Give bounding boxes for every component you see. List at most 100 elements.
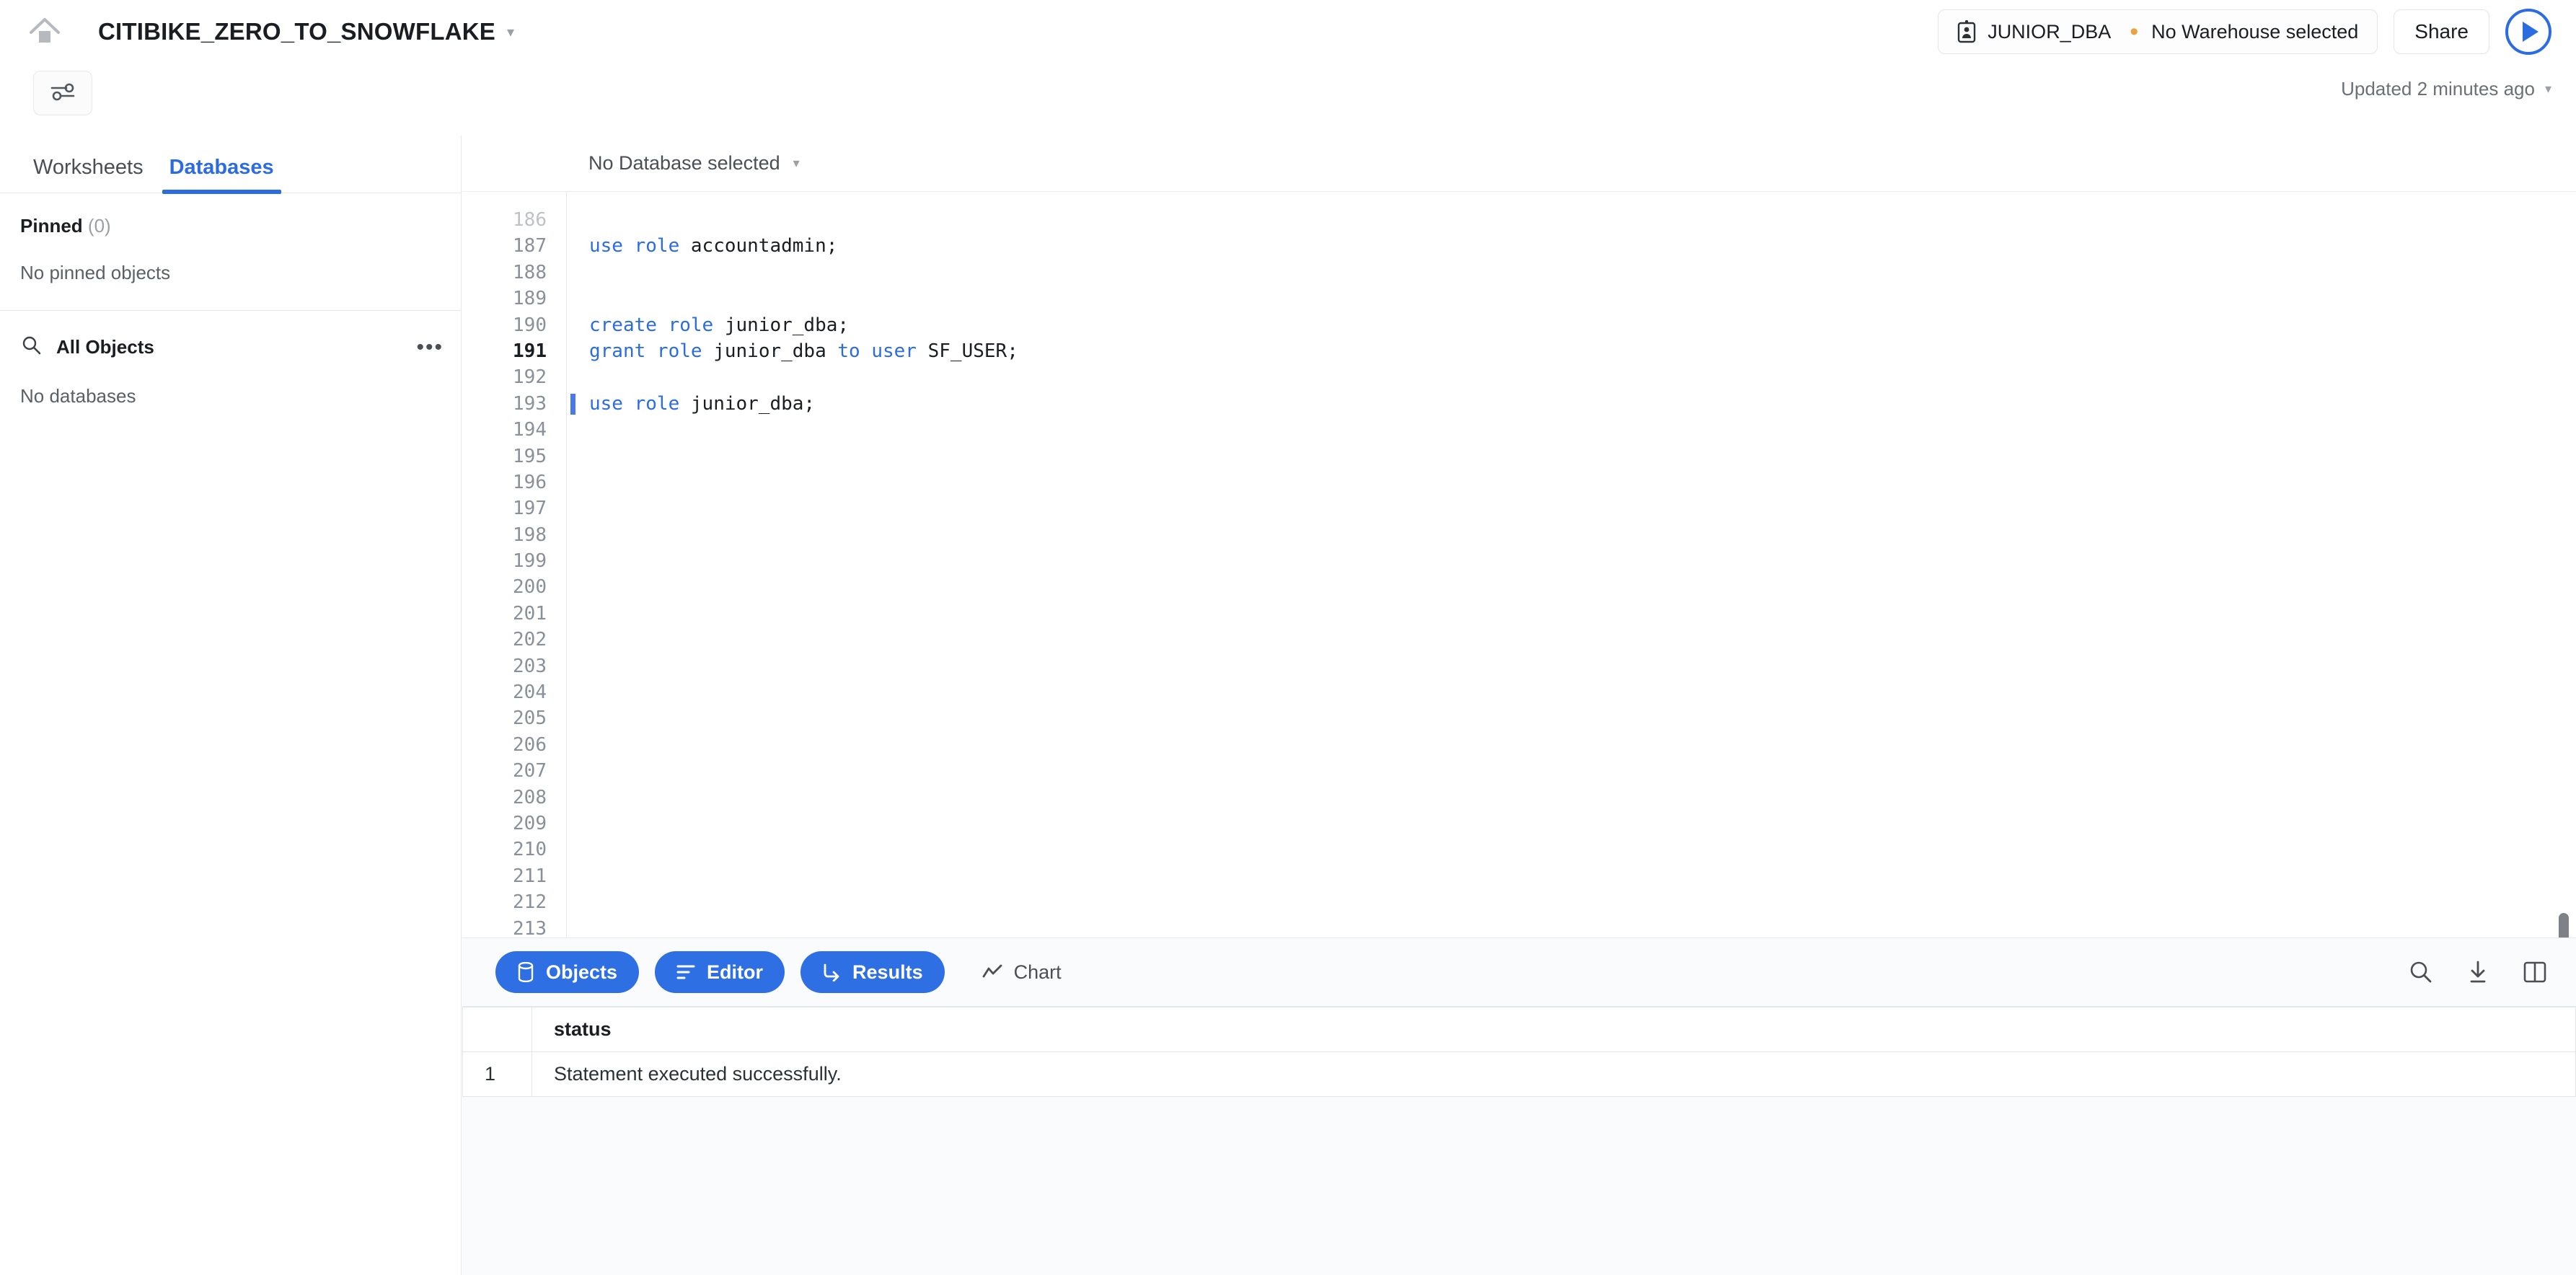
line-number: 191	[513, 340, 547, 362]
sql-editor[interactable]: 186 187 188 189 190 191 192 193 194 195 196 197 198 1…	[462, 192, 2576, 938]
code-line[interactable]	[568, 260, 2576, 286]
pinned-header: Pinned (0)	[0, 193, 461, 237]
code-line[interactable]	[568, 785, 2576, 811]
line-number: 201	[513, 602, 547, 625]
split-panel-icon[interactable]	[2523, 961, 2547, 984]
pinned-section: Pinned (0) No pinned objects	[0, 193, 461, 311]
code-line[interactable]	[568, 889, 2576, 915]
role-badge-icon	[1957, 20, 1976, 43]
code-line[interactable]	[568, 601, 2576, 627]
sidebar-tab-databases[interactable]: Databases	[156, 156, 287, 194]
line-number-gutter: 186 187 188 189 190 191 192 193 194 195 196 197 198 1…	[462, 192, 567, 938]
code-line[interactable]	[568, 837, 2576, 862]
sql-keyword: grant role	[589, 340, 702, 362]
tab-objects[interactable]: Objects	[495, 951, 640, 993]
line-number: 188	[513, 261, 547, 283]
pinned-label: Pinned	[20, 215, 83, 237]
sql-text: junior_dba	[702, 340, 838, 362]
code-line[interactable]	[568, 811, 2576, 837]
code-line[interactable]: use role accountadmin;	[568, 233, 2576, 259]
line-number: 209	[513, 812, 547, 834]
line-number: 197	[513, 498, 547, 520]
result-tools	[2409, 960, 2547, 984]
updated-timestamp[interactable]: Updated 2 minutes ago ▾	[2341, 78, 2551, 100]
line-number: 187	[513, 235, 547, 257]
all-objects-row[interactable]: All Objects •••	[0, 311, 461, 359]
code-line[interactable]	[568, 469, 2576, 495]
line-number: 204	[513, 681, 547, 704]
code-line[interactable]	[568, 417, 2576, 443]
line-number: 207	[513, 760, 547, 782]
top-bar-right: JUNIOR_DBA • No Warehouse selected Share	[1938, 9, 2576, 55]
code-line[interactable]: use role junior_dba;	[568, 391, 2576, 417]
code-line[interactable]	[568, 522, 2576, 548]
worksheet-settings-button[interactable]	[33, 71, 92, 115]
sql-text: accountadmin;	[679, 235, 838, 257]
text-caret	[570, 393, 575, 415]
tab-chart-label: Chart	[1013, 961, 1062, 983]
tab-results-label: Results	[852, 961, 923, 983]
code-line[interactable]	[568, 364, 2576, 390]
role-name: JUNIOR_DBA	[1988, 20, 2112, 43]
tab-results[interactable]: Results	[800, 951, 945, 993]
cell-status[interactable]: Statement executed successfully.	[531, 1051, 2576, 1097]
line-number: 196	[513, 471, 547, 493]
line-number: 212	[513, 891, 547, 914]
database-context-bar: No Database selected ▾	[462, 136, 2576, 192]
ellipsis-icon[interactable]: •••	[416, 336, 444, 358]
database-selector[interactable]: No Database selected ▾	[588, 152, 800, 175]
code-area[interactable]: use role accountadmin; create role junior…	[568, 192, 2576, 938]
code-line[interactable]	[568, 574, 2576, 600]
line-number: 203	[513, 655, 547, 677]
row-index-cell: 1	[462, 1051, 532, 1097]
code-line[interactable]	[568, 916, 2576, 938]
code-line[interactable]	[568, 286, 2576, 312]
sidebar: Worksheets Databases Pinned (0) No pinne…	[0, 136, 462, 1275]
code-line[interactable]	[568, 548, 2576, 574]
sql-text: junior_dba;	[713, 314, 850, 336]
updated-text: Updated 2 minutes ago	[2341, 78, 2535, 100]
sliders-icon	[49, 81, 76, 106]
tab-editor[interactable]: Editor	[655, 951, 785, 993]
code-line[interactable]	[568, 863, 2576, 889]
search-icon[interactable]	[22, 335, 42, 359]
tab-chart[interactable]: Chart	[961, 951, 1083, 993]
sql-keyword: use role	[589, 235, 680, 257]
share-button[interactable]: Share	[2394, 9, 2489, 54]
code-line[interactable]: grant role junior_dba to user SF_USER;	[568, 338, 2576, 364]
code-line[interactable]	[568, 705, 2576, 731]
line-number: 199	[513, 550, 547, 573]
line-number: 195	[513, 445, 547, 467]
code-line[interactable]	[568, 444, 2576, 469]
download-icon[interactable]	[2466, 960, 2489, 984]
code-line[interactable]: create role junior_dba;	[568, 312, 2576, 338]
context-pill[interactable]: JUNIOR_DBA • No Warehouse selected	[1938, 9, 2378, 54]
editor-vertical-scrollbar[interactable]	[2559, 913, 2569, 938]
code-line[interactable]	[568, 679, 2576, 705]
line-number: 206	[513, 733, 547, 756]
line-number: 194	[513, 419, 547, 441]
code-line[interactable]	[568, 732, 2576, 758]
code-line[interactable]	[568, 758, 2576, 784]
line-number: 211	[513, 865, 547, 887]
line-number: 190	[513, 314, 547, 336]
run-button[interactable]	[2505, 9, 2551, 55]
arrow-turn-icon	[822, 963, 841, 981]
table-row[interactable]: 1 Statement executed successfully.	[462, 1051, 2576, 1097]
code-line[interactable]	[568, 495, 2576, 521]
line-number: 193	[513, 392, 547, 415]
code-line[interactable]	[568, 627, 2576, 653]
result-tabs-bar: Objects Editor Results Chart	[462, 938, 2576, 1007]
code-line[interactable]	[568, 207, 2576, 233]
databases-empty-message: No databases	[20, 385, 136, 407]
search-icon[interactable]	[2409, 960, 2433, 984]
pinned-empty-message: No pinned objects	[20, 262, 171, 283]
home-button[interactable]	[23, 10, 66, 53]
tab-objects-label: Objects	[546, 961, 618, 983]
code-line[interactable]	[568, 653, 2576, 679]
sidebar-tab-worksheets[interactable]: Worksheets	[20, 156, 156, 193]
home-icon	[28, 15, 61, 49]
line-number: 202	[513, 629, 547, 651]
line-chart-icon	[982, 964, 1002, 980]
worksheet-caret-icon[interactable]: ▾	[507, 23, 514, 41]
